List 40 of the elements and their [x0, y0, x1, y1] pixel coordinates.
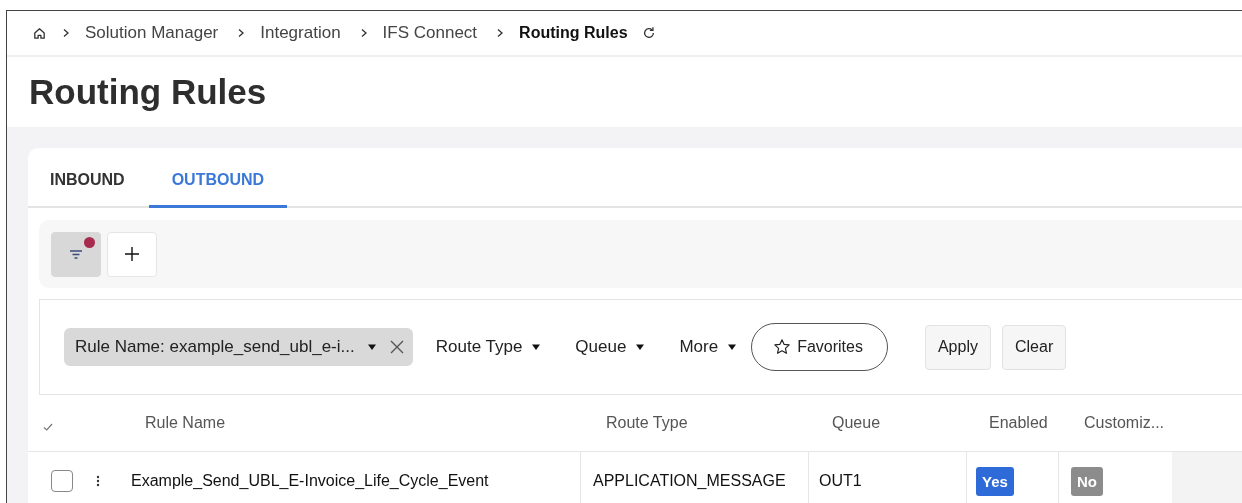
add-button[interactable] — [107, 231, 157, 277]
close-icon[interactable] — [388, 339, 405, 355]
breadcrumb-item[interactable]: Solution Manager — [85, 23, 219, 43]
tab[interactable]: OUTBOUND — [148, 148, 288, 208]
filter-chip[interactable]: Rule Name: example_send_ubl_e-i... — [64, 328, 413, 366]
filter-dropdown[interactable]: Route Type — [435, 337, 542, 357]
column-header[interactable]: Customiz... — [1084, 414, 1164, 432]
caret-icon — [366, 342, 377, 352]
favorites-button[interactable]: Favorites — [751, 323, 888, 371]
caret-icon — [635, 342, 646, 352]
column-header[interactable]: Queue — [832, 414, 881, 432]
more-icon[interactable] — [96, 474, 100, 488]
star-icon — [773, 338, 792, 356]
tab[interactable]: INBOUND — [28, 148, 147, 208]
breadcrumb-item[interactable]: IFS Connect — [382, 23, 478, 43]
breadcrumb-item: Routing Rules — [519, 24, 628, 42]
home-icon[interactable] — [32, 25, 47, 41]
filter-action-button[interactable]: Apply — [924, 324, 991, 370]
status-badge: No — [1071, 466, 1103, 496]
filter-dropdown[interactable]: More — [679, 337, 738, 357]
plus-icon — [122, 244, 142, 264]
caret-icon — [531, 342, 542, 352]
column-header[interactable]: Enabled — [989, 414, 1048, 432]
page-title: Routing Rules — [29, 72, 267, 112]
check-icon[interactable] — [42, 421, 54, 433]
column-header[interactable]: Route Type — [606, 414, 688, 432]
chip-label: Rule Name: example_send_ubl_e-i... — [75, 337, 355, 357]
chevron-icon — [61, 28, 71, 38]
filter-dropdown[interactable]: Queue — [575, 337, 646, 357]
row-checkbox[interactable] — [51, 470, 73, 492]
table-cell: OUT1 — [819, 472, 862, 490]
table-cell: APPLICATION_MESSAGE — [593, 472, 786, 490]
filter-button[interactable] — [51, 231, 101, 277]
status-badge: Yes — [976, 466, 1014, 496]
table-cell: Example_Send_UBL_E-Invoice_Life_Cycle_Event — [131, 472, 489, 490]
caret-icon — [727, 342, 738, 352]
column-header[interactable]: Rule Name — [145, 414, 226, 432]
breadcrumb-item[interactable]: Integration — [260, 23, 341, 43]
refresh-icon[interactable] — [641, 26, 656, 40]
filter-action-button[interactable]: Clear — [1001, 324, 1067, 370]
